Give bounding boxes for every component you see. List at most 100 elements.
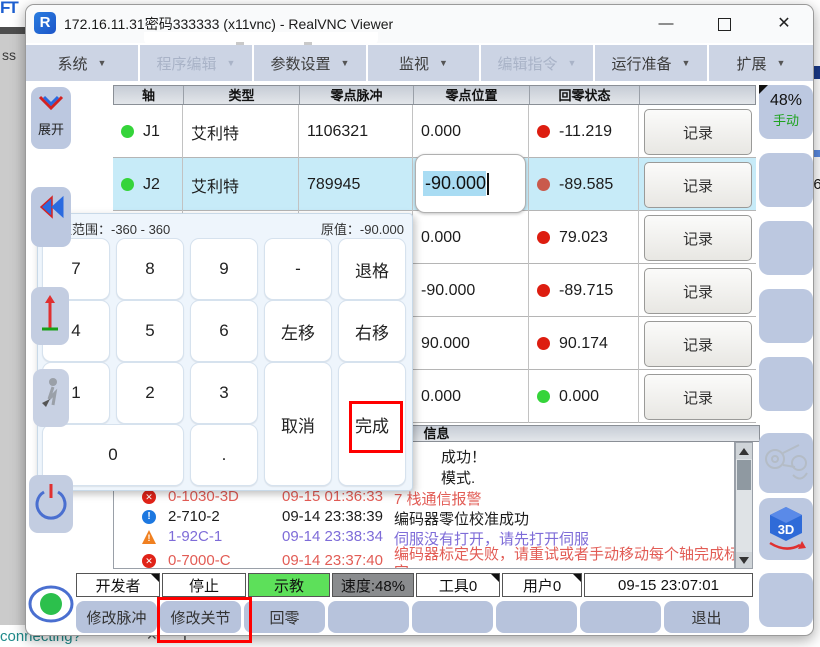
log-entry[interactable]: 0-1030-3D 09-15 01:36:33 7 栈通信报警	[142, 488, 732, 508]
log-entry[interactable]: 2-710-2 09-14 23:38:39 编码器零位校准成功	[142, 508, 732, 528]
background-strip	[0, 33, 25, 625]
power-button[interactable]	[29, 475, 73, 533]
log-entry[interactable]: 0-7000-C 09-14 23:37:40 编码器标定失败，请重试或者手动移…	[142, 552, 732, 569]
menu-system[interactable]: 系统▼	[26, 45, 138, 81]
home-status-value: -89.715	[559, 282, 613, 300]
user-cell[interactable]: 用户0	[502, 573, 582, 597]
record-button[interactable]: 记录	[644, 321, 752, 367]
record-button[interactable]: 记录	[644, 162, 752, 208]
chevron-down-icon: ▼	[568, 58, 577, 68]
side-blank-button[interactable]	[759, 221, 813, 275]
background-logo-fragment: FT	[0, 0, 17, 18]
record-button[interactable]: 记录	[644, 215, 752, 261]
log-time: 09-14 23:38:39	[282, 508, 383, 525]
teach-mode-cell[interactable]: 示教	[248, 573, 330, 597]
scroll-down-button[interactable]	[736, 552, 752, 568]
table-row-j1[interactable]: J1 艾利特 1106321 0.000 -11.219 记录	[113, 105, 756, 158]
position-value[interactable]: -90.000	[421, 282, 475, 300]
step-mode-button[interactable]	[33, 369, 69, 427]
log-fragment: 模式.	[441, 467, 475, 488]
scroll-down-icon	[739, 557, 749, 564]
record-button[interactable]: 记录	[644, 109, 752, 155]
blank-button[interactable]	[328, 601, 409, 633]
axis-status-dot	[121, 178, 134, 191]
blank-button[interactable]	[496, 601, 577, 633]
position-value[interactable]: 0.000	[421, 388, 461, 406]
numeric-keypad: 数值范围：-360 - 360 原值：-90.000 7 8 9 - 退格 4 …	[37, 213, 413, 491]
log-time: 09-14 23:38:34	[282, 528, 383, 545]
key-9[interactable]: 9	[190, 238, 258, 300]
zero-position-input[interactable]: -90.000	[415, 154, 526, 213]
background-navy-square	[813, 66, 820, 79]
tool-cell[interactable]: 工具0	[416, 573, 500, 597]
position-value[interactable]: 90.000	[421, 335, 470, 353]
key-cancel[interactable]: 取消	[264, 362, 332, 486]
maximize-button[interactable]	[704, 11, 744, 37]
key-minus[interactable]: -	[264, 238, 332, 300]
pulse-value: 1106321	[307, 123, 368, 141]
scroll-thumb[interactable]	[737, 460, 751, 490]
home-status-value: -89.585	[559, 176, 613, 194]
key-move-right[interactable]: 右移	[338, 300, 406, 362]
annotation-box-confirm	[349, 401, 403, 453]
home-status-value: -11.219	[559, 123, 612, 141]
log-code: 0-7000-C	[168, 552, 231, 569]
chevron-down-icon: ▼	[682, 58, 691, 68]
axis-status-dot	[121, 125, 134, 138]
expand-button[interactable]: 展开	[31, 87, 71, 149]
record-button[interactable]: 记录	[644, 374, 752, 420]
minimize-button[interactable]: —	[646, 11, 686, 37]
blank-button[interactable]	[580, 601, 661, 633]
type-value: 艾利特	[191, 173, 239, 197]
key-move-left[interactable]: 左移	[264, 300, 332, 362]
key-5[interactable]: 5	[116, 300, 184, 362]
home-status-value: 90.174	[559, 335, 608, 353]
side-blank-button[interactable]	[759, 289, 813, 343]
info-scrollbar[interactable]	[735, 442, 753, 569]
log-time: 09-14 23:37:40	[282, 552, 383, 569]
warning-icon	[142, 530, 156, 544]
key-decimal[interactable]: .	[190, 424, 258, 486]
close-button[interactable]: ✕	[764, 11, 804, 37]
datetime-cell: 09-15 23:07:01	[584, 573, 753, 597]
modify-pulse-button[interactable]: 修改脉冲	[76, 601, 157, 633]
scroll-up-button[interactable]	[736, 443, 752, 459]
servo-enable-button[interactable]	[27, 577, 75, 631]
speed-mode-button[interactable]: 48% 手动	[759, 85, 813, 139]
menu-param-settings[interactable]: 参数设置▼	[254, 45, 366, 81]
menu-run-prepare[interactable]: 运行准备▼	[595, 45, 707, 81]
error-icon	[142, 554, 156, 568]
text-caret	[487, 173, 489, 195]
position-value[interactable]: 0.000	[421, 229, 461, 247]
log-entry[interactable]: 1-92C-1 09-14 23:38:34 伺服没有打开，请先打开伺服	[142, 528, 732, 548]
position-value[interactable]: 0.000	[421, 123, 461, 141]
collapse-button[interactable]	[31, 187, 71, 247]
chevron-down-icon: ▼	[341, 58, 350, 68]
record-button[interactable]: 记录	[644, 268, 752, 314]
key-backspace[interactable]: 退格	[338, 238, 406, 300]
key-2[interactable]: 2	[116, 362, 184, 424]
axis-jog-button[interactable]	[31, 287, 69, 345]
joystick-icon	[761, 437, 811, 489]
menu-extension[interactable]: 扩展▼	[709, 45, 813, 81]
stop-cell[interactable]: 停止	[162, 573, 246, 597]
speed-cell[interactable]: 速度:48%	[332, 573, 414, 597]
side-blank-button[interactable]	[759, 153, 813, 207]
realvnc-icon: R	[34, 12, 56, 34]
person-icon	[40, 377, 62, 411]
side-blank-button[interactable]	[759, 573, 813, 627]
menu-monitor[interactable]: 监视▼	[368, 45, 479, 81]
view-3d-button[interactable]: 3D	[759, 498, 813, 560]
key-8[interactable]: 8	[116, 238, 184, 300]
key-6[interactable]: 6	[190, 300, 258, 362]
key-3[interactable]: 3	[190, 362, 258, 424]
menubar: 系统▼ 程序编辑▼ 参数设置▼ 监视▼ 编辑指令▼ 运行准备▼ 扩展▼	[26, 45, 813, 81]
exit-button[interactable]: 退出	[664, 601, 749, 633]
maximize-icon	[718, 18, 731, 31]
role-cell[interactable]: 开发者	[76, 573, 160, 597]
blank-button[interactable]	[412, 601, 493, 633]
home-button[interactable]: 回零	[244, 601, 325, 633]
jog-device-button[interactable]	[759, 433, 813, 493]
axis-label: J2	[143, 176, 160, 194]
side-blank-button[interactable]	[759, 357, 813, 411]
